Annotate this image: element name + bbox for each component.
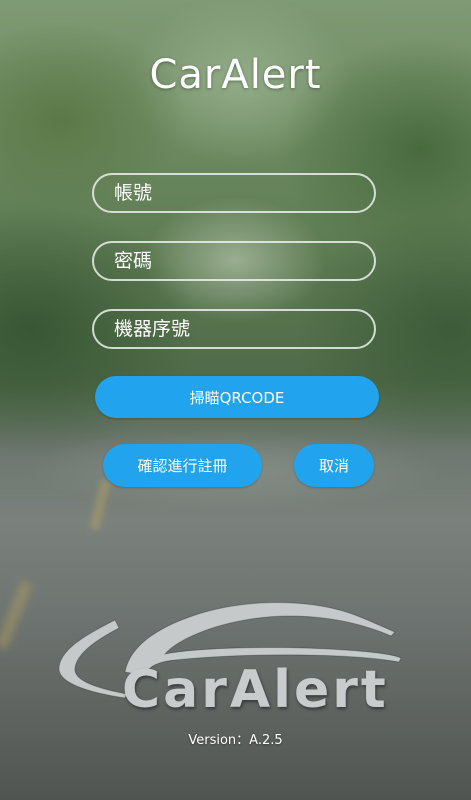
account-input[interactable]: [94, 175, 374, 211]
scan-qrcode-button[interactable]: 掃瞄QRCODE: [95, 376, 379, 418]
logo-wordmark: CarAlert: [122, 660, 389, 720]
version-label: Version：A.2.5: [188, 733, 283, 748]
password-field[interactable]: [92, 241, 376, 281]
app-title: CarAlert: [149, 52, 322, 98]
account-field[interactable]: [92, 173, 376, 213]
password-input[interactable]: [94, 243, 374, 279]
register-screen: CarAlert 掃瞄QRCODE 確認進行註冊 取消 CarAlert Ver…: [0, 0, 471, 800]
confirm-register-button[interactable]: 確認進行註冊: [103, 444, 262, 487]
serial-number-input[interactable]: [94, 311, 374, 347]
serial-number-field[interactable]: [92, 309, 376, 349]
cancel-button[interactable]: 取消: [294, 444, 374, 487]
